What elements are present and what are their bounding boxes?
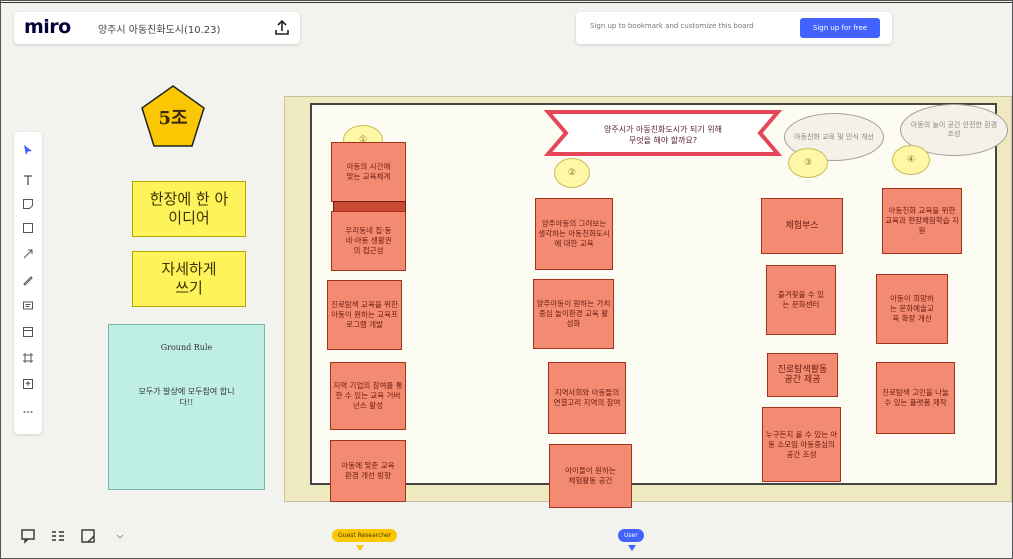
chevron-down-icon[interactable] — [110, 526, 130, 546]
board-list-icon[interactable] — [48, 526, 68, 546]
ground-rule-title: Ground Rule — [160, 343, 213, 352]
idea-sticky[interactable]: 양주아동의 그려보는 생각하는 아동친화도시에 대한 교육 — [535, 198, 613, 270]
idea-sticky[interactable]: 지역사회와 아동들의 연결고리 지역의 참여 — [548, 362, 626, 434]
group-label: 5조 — [158, 108, 188, 129]
idea-sticky[interactable]: 아이들이 원하는 체험활동 공간 — [549, 444, 632, 508]
board-title[interactable]: 양주시 아동친화도시(10.23) — [98, 21, 220, 36]
idea-sticky[interactable]: 지역 기업의 참여를 통한 수 있는 교육 거버넌스 활성 — [330, 362, 406, 430]
column-header-bubble[interactable]: ④ — [892, 145, 930, 175]
idea-sticky[interactable]: 진로탐색 교육을 위한 아동이 원하는 교육프로그램 개발 — [327, 280, 402, 350]
sticky-one-idea[interactable]: 한장에 한 아이디어 — [132, 181, 246, 237]
text-tool-icon[interactable] — [18, 170, 38, 190]
idea-sticky[interactable]: 아동친화 교육을 위한 교육과 현장체험학습 지원 — [882, 188, 962, 254]
frame-tool-icon[interactable] — [18, 348, 38, 368]
question-line1: 양주시가 아동친화도시가 되기 위해 — [603, 125, 723, 134]
signup-text: Sign up to bookmark and customize this b… — [590, 22, 754, 30]
shape-tool-icon[interactable] — [18, 218, 38, 238]
guest-cursor-arrow — [356, 545, 364, 551]
miro-logo[interactable]: miro — [24, 16, 71, 38]
column-header-bubble[interactable]: ② — [554, 158, 590, 188]
sticky-write-detail[interactable]: 자세하게 쓰기 — [132, 251, 246, 307]
more-tools-icon[interactable] — [18, 402, 38, 422]
idea-sticky[interactable]: 아동에 맞춘 교육환경 개선 방향 — [330, 440, 406, 502]
guest-cursor-label: Guest Researcher — [332, 529, 398, 542]
idea-sticky[interactable]: 즐겨찾을 수 있는 문화센터 — [766, 265, 836, 335]
group-pentagon[interactable]: 5조 — [140, 84, 206, 148]
left-toolbar — [14, 132, 42, 434]
idea-sticky[interactable]: 누구든지 올 수 있는 아동 소모임 아동중심의 공간 조성 — [762, 407, 841, 482]
question-line2: 무엇을 해야 할까요? — [628, 136, 698, 145]
bottom-controls — [18, 524, 138, 550]
upload-tool-icon[interactable] — [18, 374, 38, 394]
idea-sticky[interactable]: 진로탐색 고민을 나눌 수 있는 플랫폼 제작 — [876, 362, 955, 434]
idea-sticky[interactable]: 우리동네 집·동네·아동 생활권의 접근성 — [331, 211, 406, 271]
user-cursor-label: User — [618, 529, 644, 542]
sticky-note-icon[interactable] — [18, 194, 38, 214]
board-header: miro 양주시 아동친화도시(10.23) — [14, 12, 300, 44]
connector-arrow-icon[interactable] — [18, 244, 38, 264]
notes-panel-icon[interactable] — [78, 526, 98, 546]
signup-bar: Sign up to bookmark and customize this b… — [576, 12, 892, 44]
question-banner[interactable]: 양주시가 아동친화도시가 되기 위해 무엇을 해야 할까요? — [543, 108, 783, 158]
template-icon[interactable] — [18, 322, 38, 342]
ground-rule-body: 모두가 발상에 모두참여 합니다!! — [138, 387, 235, 407]
select-cursor-icon[interactable] — [18, 140, 38, 160]
idea-sticky[interactable]: 양주아동이 원하는 가치중심 놀이환경 교육 활성화 — [533, 279, 614, 349]
idea-sticky[interactable]: 아동의 시간에 맞는 교육체계 — [331, 142, 406, 202]
idea-sticky[interactable]: 진로탐색활동 공간 제공 — [767, 353, 838, 397]
column-header-bubble[interactable]: ③ — [788, 148, 828, 178]
comments-icon[interactable] — [18, 526, 38, 546]
pen-icon[interactable] — [18, 270, 38, 290]
signup-button[interactable]: Sign up for free — [800, 18, 880, 38]
user-cursor-arrow — [628, 545, 636, 551]
upload-icon[interactable] — [272, 18, 292, 38]
window-top-line — [0, 2, 1013, 3]
idea-sticky[interactable]: 아동이 희망하는 문화예술교육 확장 개선 — [876, 274, 948, 344]
comment-icon[interactable] — [18, 296, 38, 316]
idea-sticky[interactable]: 체험부스 — [761, 198, 843, 254]
sticky-ground-rule[interactable]: Ground Rule 모두가 발상에 모두참여 합니다!! — [108, 324, 265, 490]
